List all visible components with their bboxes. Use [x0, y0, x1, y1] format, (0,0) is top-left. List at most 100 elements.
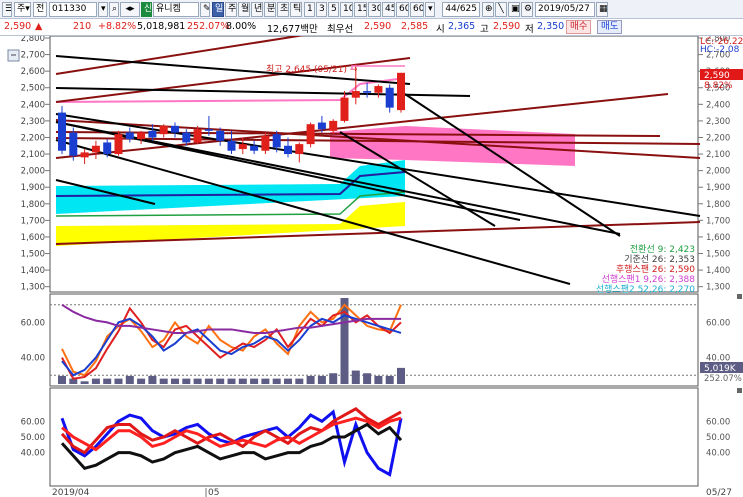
y-tick-label: 2,000 [706, 167, 730, 177]
period-tick[interactable]: 틱 [290, 2, 302, 17]
count-display: 44/625 [442, 2, 480, 17]
volume-bar [80, 381, 89, 384]
volume-bar [58, 375, 66, 384]
interval-custom[interactable]: 60 [410, 2, 424, 17]
period-minute[interactable]: 분 [264, 2, 276, 17]
up-arrow-icon: ▲ [35, 21, 43, 32]
volume-bar [306, 375, 315, 384]
stock-nav-button[interactable]: ◂▸ [120, 2, 140, 17]
open-label: 시 [436, 24, 445, 35]
candle-body [340, 97, 349, 121]
y-tick-label: 2,500 [21, 84, 45, 94]
y-tick-label: 1,600 [706, 233, 730, 243]
y-tick-label: 1,500 [21, 250, 45, 260]
candle-body [125, 132, 134, 140]
candle-body [227, 140, 236, 151]
priority-label: 최우선 [327, 24, 354, 35]
high-annotation: 최고 2,645 (05/21) → [266, 64, 358, 75]
market-select[interactable]: 주▾ [14, 2, 31, 17]
candle-body [69, 132, 78, 156]
volume-bar [204, 378, 213, 384]
y-tick-label: 2,100 [706, 150, 730, 160]
x-label-end: 05/27 [706, 488, 732, 497]
chevron-down-icon: ▾ [25, 4, 30, 14]
volume-bar [329, 373, 338, 384]
candle-body [397, 72, 405, 111]
y-tick-label: 2,300 [21, 117, 45, 127]
y-tick-label: 40.00 [21, 354, 45, 364]
legend-item: 선행스팬1 9,26: 2,388 [602, 273, 696, 285]
open-price: 2,365 [448, 21, 476, 32]
save-icon[interactable]: ▣ [508, 2, 520, 17]
candle-body [250, 145, 259, 151]
volume-bar [103, 378, 112, 384]
interval-60[interactable]: 60 [396, 2, 409, 17]
y-tick-label: 2,800 [21, 36, 45, 44]
candle-body [238, 144, 247, 150]
interval-45[interactable]: 45 [382, 2, 395, 17]
draw-icon[interactable]: ╲ [495, 2, 507, 17]
date-input[interactable]: 2019/05/27 [535, 2, 595, 17]
panel-marker-icon[interactable] [737, 388, 742, 393]
volume-badge-text: 5,019K [704, 364, 737, 374]
volume-bar [238, 378, 247, 384]
interval-1[interactable]: 1 [304, 2, 315, 17]
panel-marker-icon[interactable] [737, 294, 742, 299]
volume-percent-text: 252.07% [704, 374, 742, 384]
y-tick-label: 2,000 [21, 167, 45, 177]
candle-body [148, 130, 157, 138]
stock-code-input[interactable]: 011330 [49, 2, 97, 17]
code-dropdown-button[interactable]: ▾ [98, 2, 108, 17]
zoom-icon[interactable]: ⊕ [482, 2, 494, 17]
volume-bar [193, 378, 202, 384]
candle-body [317, 122, 326, 130]
period-month[interactable]: 월 [238, 2, 250, 17]
interval-30[interactable]: 30 [368, 2, 381, 17]
candle-body [261, 135, 270, 151]
period-second[interactable]: 초 [277, 2, 289, 17]
interval-10[interactable]: 10 [340, 2, 353, 17]
sell-button[interactable]: 매도 [597, 20, 623, 34]
period-day[interactable]: 일 [212, 2, 224, 17]
candle-body [182, 132, 191, 143]
search-icon[interactable]: ⌕ [109, 2, 119, 17]
interval-3[interactable]: 3 [316, 2, 327, 17]
volume-bar [272, 378, 281, 384]
interval-5[interactable]: 5 [328, 2, 339, 17]
legend-item: 후행스팬 26: 2,590 [616, 263, 695, 275]
y-tick-label: 1,400 [21, 266, 45, 276]
calendar-icon[interactable]: ▦ [596, 2, 608, 17]
candle-body [204, 129, 213, 131]
volume-bar [114, 378, 123, 384]
volume-bar [91, 378, 100, 384]
volume-bar [317, 375, 326, 384]
volume-ratio: 252.07% [187, 21, 230, 32]
period-week[interactable]: 주 [225, 2, 237, 17]
y-tick-label: 1,600 [21, 233, 45, 243]
y-tick-label: 60.00 [706, 318, 730, 328]
buy-button[interactable]: 매수 [566, 20, 592, 34]
chart-area[interactable]: 1,300 1,300 1,400 1,400 1,500 1,500 1,600 1,600… [0, 36, 743, 497]
turnover-rate: 8.00% [226, 21, 257, 32]
candle-body [374, 86, 383, 93]
toolbar: ☰ 주▾ 전 011330 ▾ ⌕ ◂▸ 신 유니켐 ✎ 일 주 월 년 분 초… [0, 0, 743, 19]
bid-price: 2,585 [401, 21, 429, 32]
y-tick-label: 1,300 [21, 283, 45, 293]
menu-icon[interactable]: ☰ [2, 2, 12, 17]
chart-window: ☰ 주▾ 전 011330 ▾ ⌕ ◂▸ 신 유니켐 ✎ 일 주 월 년 분 초… [0, 0, 743, 497]
candle-body [137, 132, 146, 140]
y-tick-label: 1,700 [21, 216, 45, 226]
y-tick-label: 50.00 [706, 433, 730, 443]
volume-bar [351, 370, 360, 384]
edit-icon[interactable]: ✎ [200, 2, 210, 17]
interval-15[interactable]: 15 [354, 2, 367, 17]
y-tick-label: 60.00 [21, 417, 45, 427]
gear-icon[interactable]: ⚙ [521, 2, 533, 17]
candle-body [306, 124, 315, 145]
interval-dropdown-button[interactable]: ▾ [425, 2, 435, 17]
period-year[interactable]: 년 [251, 2, 263, 17]
market-suffix[interactable]: 전 [33, 2, 47, 17]
volume-bar [397, 367, 405, 384]
legend-item: 기준선 26: 2,353 [624, 254, 695, 265]
volume-bar [125, 375, 134, 384]
